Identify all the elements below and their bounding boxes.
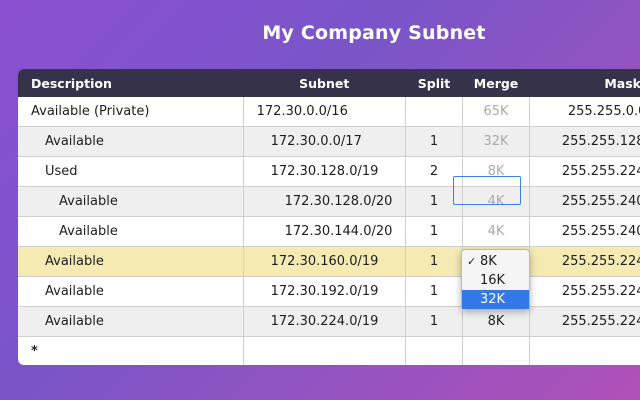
mask-cell: 255.255.240.0 (529, 186, 640, 217)
mask-cell: 255.255.0.0 (529, 97, 640, 127)
description-cell[interactable]: Available (18, 246, 244, 277)
mask-cell: 255.255.224.0 (529, 306, 640, 337)
subnet-cell[interactable]: 172.30.192.0/19 (243, 276, 406, 307)
description-cell[interactable]: Available (18, 186, 244, 217)
merge-option-8k[interactable]: ✓ 8K (462, 252, 529, 271)
split-cell[interactable]: 1 (405, 126, 464, 157)
merge-select-focus[interactable] (453, 176, 521, 205)
column-header-subnet[interactable]: Subnet (243, 69, 406, 97)
split-cell[interactable]: 1 (405, 246, 464, 277)
subnet-cell[interactable]: 172.30.128.0/19 (243, 156, 406, 187)
split-cell[interactable]: 1 (405, 306, 464, 337)
split-cell[interactable] (405, 97, 464, 127)
table-row[interactable]: Available 172.30.144.0/20 1 4K 255.255.2… (18, 216, 640, 247)
table-row[interactable]: Available (Private) 172.30.0.0/16 65K 25… (18, 97, 640, 127)
mask-cell: 255.255.224.0 (529, 156, 640, 187)
table-row[interactable]: Available 172.30.128.0/20 1 4K 255.255.2… (18, 186, 640, 217)
merge-cell[interactable]: 32K (462, 126, 530, 157)
subnet-cell[interactable]: 172.30.128.0/20 (243, 186, 406, 217)
subnet-cell[interactable] (243, 336, 406, 365)
subnet-table: Description Subnet Split Merge Mask Avai… (18, 69, 640, 365)
column-header-description[interactable]: Description (18, 69, 244, 97)
merge-option-label: 16K (480, 273, 506, 288)
merge-option-32k[interactable]: 32K (462, 290, 529, 309)
description-cell[interactable]: Available (Private) (18, 97, 244, 127)
table-row[interactable]: Available 172.30.224.0/19 1 8K 255.255.2… (18, 306, 640, 337)
description-cell[interactable]: Available (18, 306, 244, 337)
table-row[interactable]: Used 172.30.128.0/19 2 8K 255.255.224.0 (18, 156, 640, 187)
merge-option-label: 8K (480, 254, 497, 269)
description-cell[interactable]: Available (18, 126, 244, 157)
merge-cell[interactable]: 65K (462, 97, 530, 127)
subnet-table-container: Description Subnet Split Merge Mask Avai… (18, 69, 640, 365)
subnet-cell[interactable]: 172.30.0.0/16 (243, 97, 406, 127)
merge-option-label: 32K (480, 292, 506, 307)
merge-cell[interactable]: 8K (462, 306, 530, 337)
subnet-cell[interactable]: 172.30.0.0/17 (243, 126, 406, 157)
mask-cell: 255.255.240.0 (529, 216, 640, 247)
subnet-cell[interactable]: 172.30.144.0/20 (243, 216, 406, 247)
mask-cell: 255.255.224.0 (529, 276, 640, 307)
description-cell[interactable]: Available (18, 216, 244, 247)
page-title: My Company Subnet (262, 22, 486, 44)
merge-dropdown-menu[interactable]: ✓ 8K 16K 32K (461, 249, 530, 309)
merge-cell[interactable] (462, 336, 530, 365)
table-header-row: Description Subnet Split Merge Mask (18, 69, 640, 97)
mask-cell (529, 336, 640, 365)
description-cell[interactable]: Used (18, 156, 244, 187)
new-row[interactable]: * (18, 336, 640, 365)
mask-cell: 255.255.128.0 (529, 126, 640, 157)
table-row[interactable]: Available 172.30.0.0/17 1 32K 255.255.12… (18, 126, 640, 157)
split-cell[interactable]: 1 (405, 216, 464, 247)
column-header-merge[interactable]: Merge (462, 69, 530, 97)
split-cell[interactable]: 1 (405, 276, 464, 307)
subnet-cell[interactable]: 172.30.160.0/19 (243, 246, 406, 277)
split-cell[interactable] (405, 336, 464, 365)
mask-cell: 255.255.224.0 (529, 246, 640, 277)
column-header-split[interactable]: Split (405, 69, 463, 97)
new-row-marker[interactable]: * (18, 336, 244, 365)
merge-cell[interactable]: 4K (462, 216, 530, 247)
description-cell[interactable]: Available (18, 276, 244, 307)
column-header-mask[interactable]: Mask (529, 69, 640, 97)
checkmark-icon: ✓ (467, 255, 477, 268)
table-row-selected[interactable]: Available 172.30.160.0/19 1 255.255.224.… (18, 246, 640, 277)
merge-option-16k[interactable]: 16K (462, 271, 529, 290)
subnet-cell[interactable]: 172.30.224.0/19 (243, 306, 406, 337)
table-row[interactable]: Available 172.30.192.0/19 1 255.255.224.… (18, 276, 640, 307)
